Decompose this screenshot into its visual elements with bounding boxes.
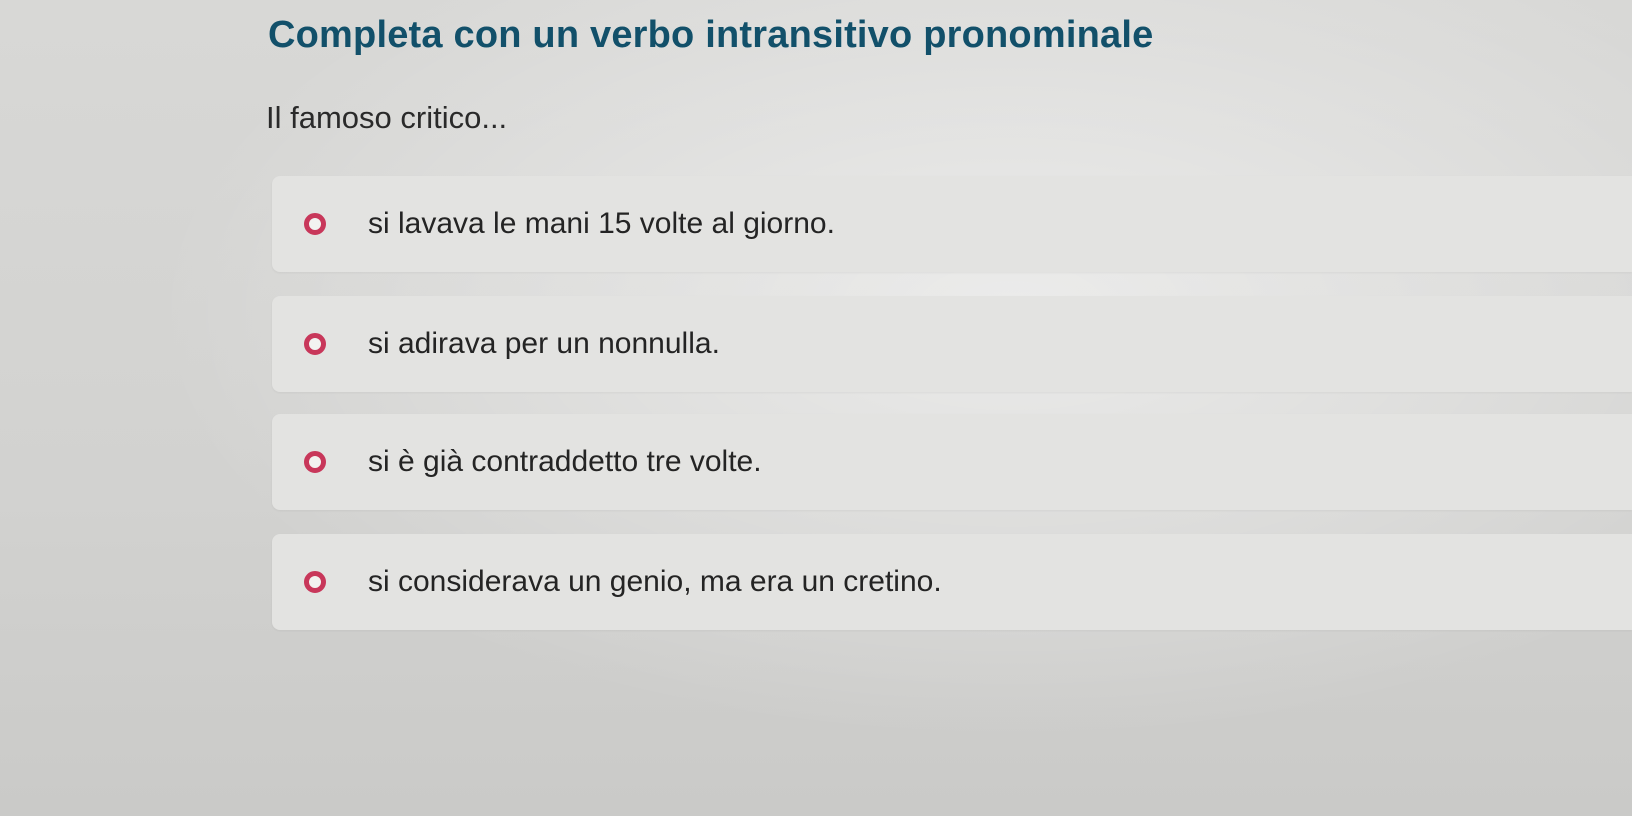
radio-button-icon[interactable] <box>304 213 326 235</box>
radio-button-icon[interactable] <box>304 333 326 355</box>
answer-option-1[interactable]: si lavava le mani 15 volte al giorno. <box>272 176 1632 272</box>
answer-option-2[interactable]: si adirava per un nonnulla. <box>272 296 1632 392</box>
answer-option-label: si considerava un genio, ma era un creti… <box>368 565 942 598</box>
radio-button-icon[interactable] <box>304 451 326 473</box>
radio-button-icon[interactable] <box>304 571 326 593</box>
question-prompt: Il famoso critico... <box>266 100 508 135</box>
answer-option-label: si è già contraddetto tre volte. <box>368 445 762 478</box>
answer-option-4[interactable]: si considerava un genio, ma era un creti… <box>272 534 1632 630</box>
answer-option-3[interactable]: si è già contraddetto tre volte. <box>272 414 1632 510</box>
answer-option-label: si adirava per un nonnulla. <box>368 327 720 360</box>
quiz-panel: Completa con un verbo intransitivo prono… <box>0 0 1632 816</box>
answer-option-label: si lavava le mani 15 volte al giorno. <box>368 207 835 240</box>
question-title: Completa con un verbo intransitivo prono… <box>268 14 1154 56</box>
